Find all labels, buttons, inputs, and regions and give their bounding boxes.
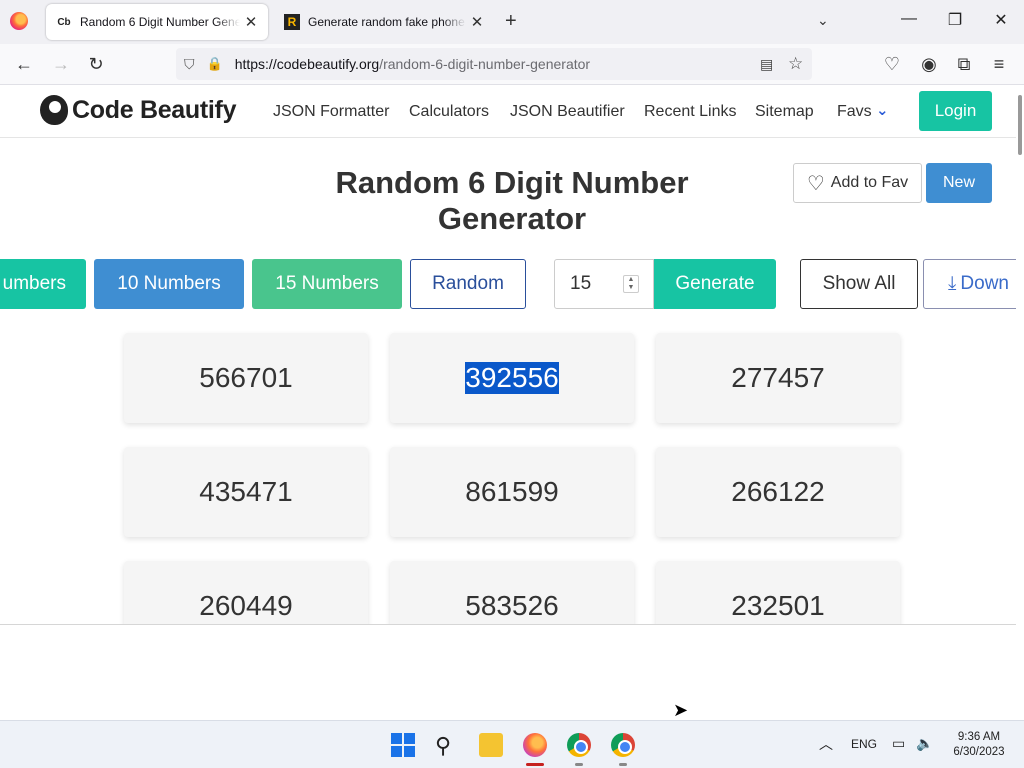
shield-icon[interactable]: ⛉ [184,56,195,73]
clock-time: 9:36 AM [957,731,1001,743]
page-content: Code Beautify JSON Formatter Calculators… [0,85,1016,720]
chrome-icon[interactable] [611,733,635,757]
menu-recent-links[interactable]: Recent Links [644,103,737,121]
firefox-taskbar-icon[interactable] [523,733,547,757]
account-icon[interactable]: ◉ [918,54,940,75]
browser-nav-bar: ← → ↻ ⛉ 🔒 https://codebeautify.org/rando… [0,44,1024,85]
mouse-cursor-icon: ➤ [673,700,689,720]
close-tab-icon[interactable]: ✕ [466,13,488,31]
firefox-menu-icon[interactable] [10,12,28,30]
menu-json-formatter[interactable]: JSON Formatter [273,103,389,121]
number-value: 266122 [731,476,825,507]
pocket-icon[interactable]: ♡ [881,54,903,75]
bookmark-star-icon[interactable]: ☆ [788,54,803,74]
count-value: 15 [570,273,592,294]
firefox-active-indicator [526,763,544,766]
add-to-fav-button[interactable]: ♡ Add to Fav [793,163,922,203]
numbers-button[interactable]: umbers [0,259,86,309]
menu-sitemap[interactable]: Sitemap [755,103,814,121]
language-indicator[interactable]: ENG [851,737,877,751]
tab-fake-phone[interactable]: R Generate random fake phone numbers ✕ [274,4,494,40]
fifteen-numbers-button[interactable]: 15 Numbers [252,259,402,309]
reader-view-icon[interactable]: ▤ [760,56,773,73]
number-card: 435471 [124,447,368,537]
clock[interactable]: 9:36 AM 6/30/2023 [944,730,1014,760]
browser-tab-bar: Cb Random 6 Digit Number Generator ✕ R G… [0,0,1024,44]
url-host: https://codebeautify.org [234,56,380,72]
add-to-fav-label: Add to Fav [830,174,909,191]
url-bar[interactable]: ⛉ 🔒 https://codebeautify.org/random-6-di… [176,48,812,80]
number-value: 435471 [199,476,293,507]
chrome-profile-icon[interactable] [567,733,591,757]
forward-arrow-icon[interactable]: → [50,54,72,75]
chevron-up-icon[interactable]: ︿ [819,734,833,754]
new-tab-button[interactable]: + [505,10,517,33]
number-card: 277457 [656,333,900,423]
chrome-running-indicator [619,763,627,766]
ten-numbers-button[interactable]: 10 Numbers [94,259,244,309]
extensions-icon[interactable]: ⧉ [953,54,975,75]
clock-date: 6/30/2023 [953,746,1005,758]
number-value: 277457 [731,362,825,393]
codebeautify-logo-icon [40,95,68,125]
logo-text: Code Beautify [72,95,237,124]
generate-button[interactable]: Generate [654,259,776,309]
menu-calculators[interactable]: Calculators [409,103,489,121]
list-tabs-chevron-icon[interactable]: ⌄ [817,12,829,29]
login-button[interactable]: Login [919,91,992,131]
search-icon[interactable]: ⚲ [435,733,459,758]
site-header: Code Beautify JSON Formatter Calculators… [0,85,1016,138]
download-label: Down [960,273,1009,294]
close-window-icon[interactable]: ✕ [986,10,1016,30]
volume-icon[interactable]: 🔈 [916,735,933,752]
stepper-icon[interactable]: ▲ ▼ [623,275,639,293]
codebeautify-favicon-icon: Cb [57,16,71,28]
tab-random-6-digit[interactable]: Cb Random 6 Digit Number Generator ✕ [46,4,268,40]
number-value-selected: 392556 [465,362,559,394]
windows-start-icon[interactable] [391,733,415,757]
number-card: 861599 [390,447,634,537]
tab-title: Random 6 Digit Number Generator [80,15,240,29]
number-value: 566701 [199,362,293,393]
number-value: 861599 [465,476,559,507]
page-title: Random 6 Digit Number Generator [335,165,689,236]
file-explorer-icon[interactable] [479,733,503,757]
site-logo[interactable]: Code Beautify [40,95,236,125]
random-button[interactable]: Random [410,259,526,309]
page-scrollbar[interactable] [1016,85,1024,720]
minimize-icon[interactable]: — [894,10,924,28]
number-card: 266122 [656,447,900,537]
count-input[interactable]: 15 ▲ ▼ [554,259,654,309]
ad-overlay-area [0,624,1016,720]
reload-icon[interactable]: ↻ [85,54,107,75]
url-path: /random-6-digit-number-generator [379,56,591,72]
chrome-running-indicator [575,763,583,766]
windows-taskbar: ⚲ ︿ ENG ▭ 🔈 9:36 AM 6/30/2023 [0,720,1024,768]
heart-icon: ♡ [806,172,825,195]
close-tab-icon[interactable]: ✕ [240,13,262,31]
lock-icon[interactable]: 🔒 [207,56,223,72]
chevron-down-icon[interactable]: ⌄ [876,101,889,119]
menu-favs[interactable]: Favs [837,103,872,121]
menu-json-beautifier[interactable]: JSON Beautifier [510,103,625,121]
download-icon: ⤓ [948,273,957,294]
download-button[interactable]: ⤓ Down [923,259,1016,309]
number-value: 260449 [199,590,293,621]
hamburger-menu-icon[interactable]: ≡ [988,54,1010,75]
scrollbar-thumb[interactable] [1018,95,1022,155]
r-favicon-icon: R [284,14,300,30]
number-value: 232501 [731,590,825,621]
tab-title: Generate random fake phone numbers [308,15,466,29]
network-icon[interactable]: ▭ [892,735,905,752]
restore-icon[interactable]: ❐ [940,10,970,30]
number-value: 583526 [465,590,559,621]
show-all-button[interactable]: Show All [800,259,918,309]
number-card: 392556 [390,333,634,423]
number-card: 566701 [124,333,368,423]
new-button[interactable]: New [926,163,992,203]
back-arrow-icon[interactable]: ← [13,54,35,75]
